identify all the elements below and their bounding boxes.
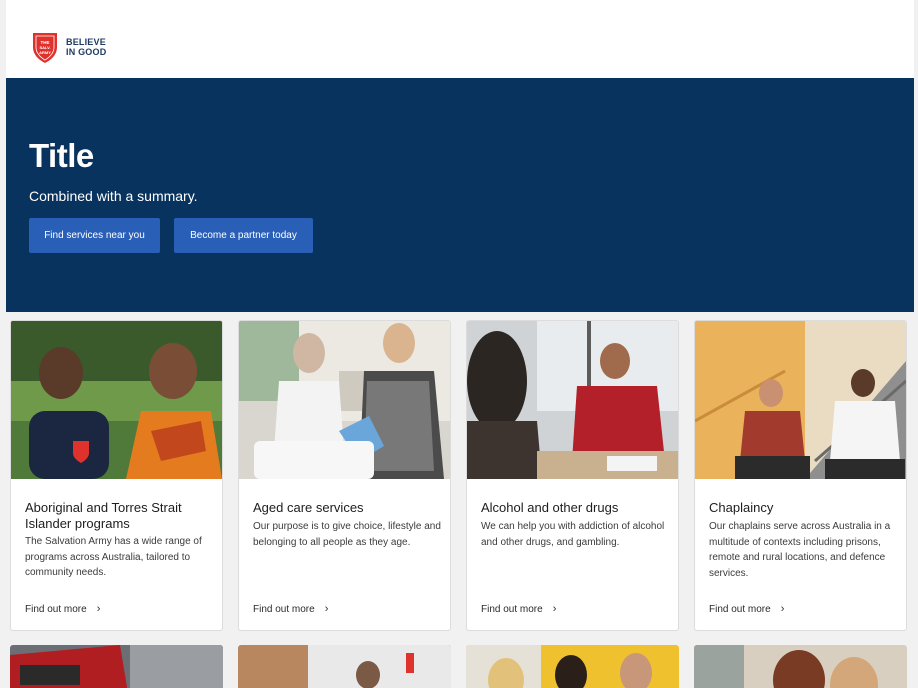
chevron-right-icon: › [780,603,785,615]
link-label: Find out more [709,603,771,615]
card-image-partial-4 [694,645,907,688]
chevron-right-icon: › [96,603,101,615]
logo-line-2: IN GOOD [66,47,107,57]
site-logo[interactable]: THE SALV. ARMY BELIEVE IN GOOD [30,30,106,64]
card-image-alcohol-drugs [467,321,678,479]
card-title: Alcohol and other drugs [481,500,619,515]
card-image-aged-care [239,321,450,479]
service-card-partial-4[interactable] [694,645,907,688]
card-image-partial-2 [238,645,451,688]
chevron-right-icon: › [552,603,557,615]
service-card-chaplaincy[interactable]: Chaplaincy Our chaplains serve across Au… [694,320,907,631]
service-card-aboriginal[interactable]: Aboriginal and Torres Strait Islander pr… [10,320,223,631]
service-card-partial-3[interactable] [466,645,679,688]
link-label: Find out more [481,603,543,615]
site-header: THE SALV. ARMY BELIEVE IN GOOD [6,0,914,78]
become-partner-button[interactable]: Become a partner today [174,218,313,253]
hero-summary: Combined with a summary. [29,188,198,204]
service-card-partial-1[interactable] [10,645,223,688]
link-label: Find out more [253,603,315,615]
card-description: The Salvation Army has a wide range of p… [25,536,202,578]
service-card-aged-care[interactable]: Aged care services Our purpose is to giv… [238,320,451,631]
service-card-alcohol-drugs[interactable]: Alcohol and other drugs We can help you … [466,320,679,631]
logo-tagline: BELIEVE IN GOOD [66,37,106,57]
find-services-button[interactable]: Find services near you [29,218,160,253]
card-image-chaplaincy [695,321,906,479]
hero-title: Title [29,137,94,174]
link-label: Find out more [25,603,87,615]
find-out-more-link[interactable]: Find out more › [25,603,100,615]
hero-banner: Title Combined with a summary. Find serv… [6,78,914,312]
salvation-army-shield-icon: THE SALV. ARMY [33,33,57,63]
find-out-more-link[interactable]: Find out more › [709,603,784,615]
card-image-partial-1 [10,645,223,688]
find-out-more-link[interactable]: Find out more › [481,603,556,615]
card-description: Our purpose is to give choice, lifestyle… [253,521,441,548]
card-description: We can help you with addiction of alcoho… [481,521,665,548]
logo-line-1: BELIEVE [66,37,106,47]
card-title: Chaplaincy [709,500,774,515]
card-title: Aboriginal and Torres Strait Islander pr… [25,500,182,531]
service-card-partial-2[interactable] [238,645,451,688]
find-out-more-link[interactable]: Find out more › [253,603,328,615]
card-title: Aged care services [253,500,364,515]
chevron-right-icon: › [324,603,329,615]
card-description: Our chaplains serve across Australia in … [709,521,891,579]
card-image-aboriginal [11,321,222,479]
svg-text:ARMY: ARMY [39,50,51,55]
card-image-partial-3 [466,645,679,688]
